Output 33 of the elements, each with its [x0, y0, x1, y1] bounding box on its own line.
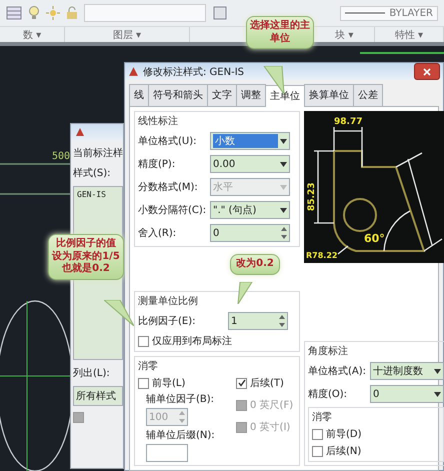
field-label: 小数分隔符(C):	[138, 204, 208, 217]
checkbox-label: 前导(L)	[152, 377, 186, 390]
callout: 选择这里的主单位	[246, 16, 314, 49]
field-label: 单位格式(U):	[138, 134, 198, 148]
group-title: 线性标注	[138, 114, 179, 128]
field-label: 精度(O):	[308, 388, 348, 401]
field-label: 单位格式(A):	[308, 364, 368, 378]
styles-label: 样式(S):	[73, 166, 112, 180]
checkbox-label: 后续(N)	[326, 444, 362, 458]
group-title: 测量单位比例	[138, 294, 199, 308]
field-label: 分数格式(M):	[138, 180, 199, 194]
field-label: 辅单位后缀(N):	[145, 428, 216, 442]
checkbox-label: 0 英寸(I)	[250, 420, 290, 434]
field-label: 比例因子(E):	[138, 314, 196, 328]
window-title: 修改标注样式: GEN-IS	[143, 66, 244, 78]
dimension-value: 98.77	[334, 117, 362, 127]
field-label: 舍入(R):	[138, 226, 178, 240]
field-label: 精度(P):	[138, 158, 176, 171]
group-title: 消零	[312, 410, 333, 424]
checkbox-label: 前导(D)	[326, 428, 362, 441]
callout: 改为0.2	[230, 254, 280, 274]
checkbox-label: 仅应用到布局标注	[152, 334, 232, 348]
dimension-value: 60°	[364, 232, 385, 245]
current-style-label: 当前标注样	[73, 146, 123, 160]
dimension-value: R78.22	[306, 251, 338, 260]
group-title: 消零	[138, 360, 159, 373]
checkbox-label: 0 英尺(F)	[250, 398, 294, 412]
group-title: 角度标注	[308, 344, 349, 358]
checkbox-label: 后续(T)	[250, 376, 284, 390]
list-label: 列出(L):	[73, 366, 111, 380]
field-label: 辅单位因子(B):	[145, 392, 216, 406]
dimension-value: 85.23	[307, 182, 317, 211]
callout: 比例因子的值设为原来的1/5也就是0.2	[48, 234, 124, 280]
